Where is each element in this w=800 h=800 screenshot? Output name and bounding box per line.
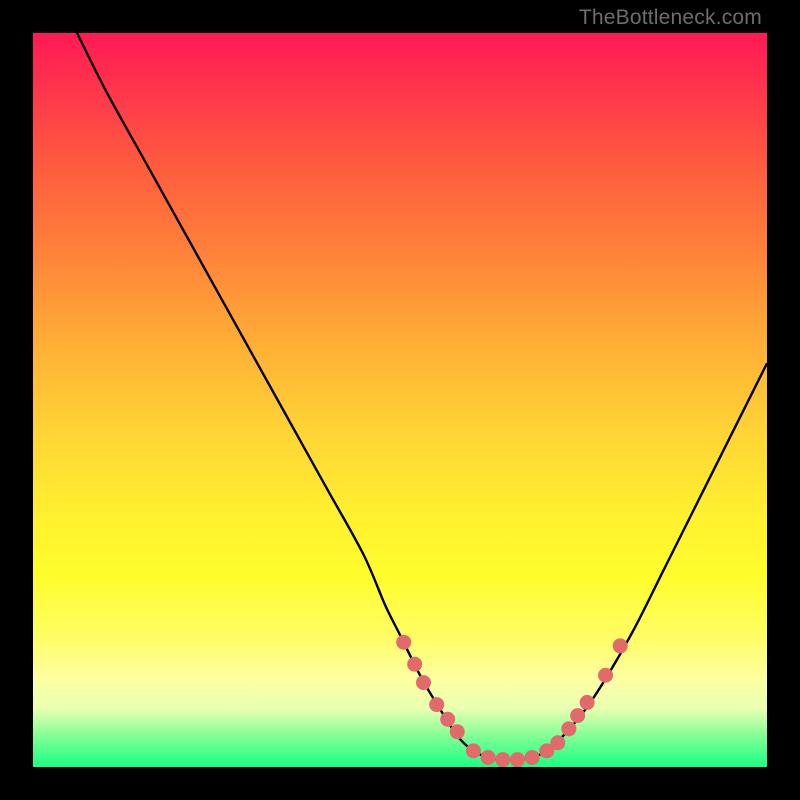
data-point [496,753,510,767]
data-point [481,750,495,764]
highlighted-points-group [397,635,628,766]
data-point [397,635,411,649]
data-point [562,722,576,736]
data-point [441,712,455,726]
data-point [408,657,422,671]
data-point [450,725,464,739]
watermark-text: TheBottleneck.com [579,6,762,30]
data-point [525,750,539,764]
data-point [430,698,444,712]
chart-svg [33,33,767,767]
data-point [613,639,627,653]
data-point [571,709,585,723]
chart-frame: TheBottleneck.com [0,0,800,800]
data-point [599,668,613,682]
plot-area [33,33,767,767]
bottleneck-curve [77,33,767,760]
data-point [466,744,480,758]
data-point [580,695,594,709]
data-point [510,753,524,767]
data-point [416,676,430,690]
data-point [551,736,565,750]
